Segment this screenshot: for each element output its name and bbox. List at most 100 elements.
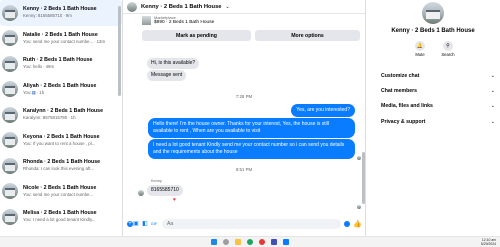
message-timestamp: 7:28 PM [235, 94, 253, 99]
sticker-icon[interactable]: ◧ [142, 221, 148, 227]
conversation-preview: You: send me your contact numbe... [23, 191, 94, 197]
outgoing-message: Hello there! I'm the house owner. Thanks… [148, 118, 355, 138]
contact-avatar [2, 106, 18, 123]
emoji-icon[interactable] [344, 221, 351, 227]
conversation-item[interactable]: Aliyah · 2 Beds 1 Bath House You: ▦ · 1h [0, 77, 122, 103]
row-label: Privacy & support [381, 119, 426, 125]
seen-avatar [357, 156, 361, 160]
conversation-preview: Karalynn: 8575815780 [23, 115, 68, 121]
contact-avatar [2, 183, 18, 200]
conversation-time: 9m [65, 13, 72, 19]
bell-icon: 🔔 [415, 41, 425, 51]
mute-label: Mute [415, 52, 425, 57]
chevron-down-icon[interactable]: ⌄ [226, 4, 230, 10]
conversation-preview: You: send me your contact numbe... [23, 38, 94, 44]
listing-thumbnail [142, 16, 151, 25]
media-files-links-row[interactable]: Media, files and links ⌄ [381, 103, 495, 109]
row-label: Chat members [381, 88, 418, 94]
conversation-item[interactable]: Melisa · 2 Beds 1 Bath House You: I need… [0, 204, 122, 230]
conversation-item[interactable]: Keyona · 2 Beds 1 Bath House You: If you… [0, 128, 122, 154]
search-button[interactable]: ⚲ Search [436, 41, 460, 57]
mark-as-pending-button[interactable]: Mark as pending [142, 30, 251, 41]
customize-chat-row[interactable]: Customize chat ⌄ [381, 73, 495, 79]
contact-avatar [2, 55, 18, 72]
privacy-support-row[interactable]: Privacy & support ⌄ [381, 119, 495, 125]
message-input[interactable]: Aa [162, 219, 342, 229]
listing-title: $890 · 2 Beds 1 Bath House [154, 20, 215, 25]
outgoing-message: I need a lot good tenant Kindly send me … [148, 139, 355, 159]
conversation-list: Kenny · 2 Beds 1 Bath House Kenny: 81655… [0, 0, 122, 236]
contact-avatar [127, 1, 137, 12]
contact-avatar [138, 190, 144, 196]
conversation-preview: You: I need a lot good tenant Kindly... [23, 217, 96, 223]
search-icon[interactable] [223, 239, 229, 245]
contact-avatar [2, 157, 18, 174]
sender-name: Kenny [151, 179, 162, 183]
chat-header[interactable]: Kenny · 2 Beds 1 Bath House ⌄ [123, 0, 365, 14]
conversation-info-panel: Kenny · 2 Beds 1 Bath House 🔔 Mute ⚲ Sea… [366, 0, 500, 236]
incoming-message: Message sent [147, 70, 187, 81]
conversation-name: Kenny · 2 Beds 1 Bath House [23, 6, 97, 13]
chat-panel: Kenny · 2 Beds 1 Bath House ⌄ Marketplac… [123, 0, 365, 236]
system-tray-clock[interactable]: 12:10 am 5/29/2024 [481, 238, 496, 246]
contact-avatar [2, 30, 18, 47]
contact-avatar [2, 4, 18, 21]
file-explorer-icon[interactable] [235, 239, 241, 245]
conversation-name: Natalie · 2 Beds 1 Bath House [23, 31, 98, 38]
clock-date: 5/29/2024 [480, 242, 496, 246]
chevron-down-icon: ⌄ [490, 119, 495, 125]
image-icon[interactable]: ▣ [133, 221, 139, 227]
info-title: Kenny · 2 Beds 1 Bath House [391, 28, 475, 34]
outgoing-message: Yes, are you interested? [291, 104, 355, 117]
search-icon: ⚲ [443, 41, 453, 51]
message-composer: + ▣ ◧ GIF Aa 👍 [123, 218, 365, 230]
chat-title: Kenny · 2 Beds 1 Bath House [141, 3, 222, 10]
contact-avatar [422, 2, 444, 24]
more-options-button[interactable]: More options [255, 30, 360, 41]
message-timestamp: 9:51 PM [235, 167, 253, 172]
row-label: Media, files and links [381, 103, 433, 109]
conversation-name: Nicole · 2 Beds 1 Bath House [23, 184, 97, 191]
conversation-name: Melisa · 2 Beds 1 Bath House [23, 210, 97, 217]
start-icon[interactable] [211, 239, 217, 245]
contact-avatar [2, 81, 18, 98]
thumbs-up-icon[interactable]: 👍 [353, 220, 362, 228]
search-label: Search [441, 52, 455, 57]
conversation-item[interactable]: Karalynn · 2 Beds 1 Bath House Karalynn:… [0, 102, 122, 128]
conversation-name: Karalynn · 2 Beds 1 Bath House [23, 108, 104, 115]
marketplace-listing[interactable]: Marketplace $890 · 2 Beds 1 Bath House [142, 15, 214, 26]
conversation-name: Keyona · 2 Beds 1 Bath House [23, 133, 100, 140]
mail-icon[interactable] [283, 239, 289, 245]
contact-avatar [2, 132, 18, 149]
conversation-preview: You: hello [23, 64, 43, 70]
incoming-message: Hi, is this available? [147, 58, 200, 69]
taskbar: 12:10 am 5/29/2024 [0, 236, 500, 247]
conversation-list-scrollbar[interactable] [118, 6, 121, 96]
seen-avatar [357, 205, 361, 209]
gif-icon[interactable]: GIF [151, 221, 158, 227]
conversation-name: Ruth · 2 Beds 1 Bath House [23, 57, 93, 64]
row-label: Customize chat [381, 73, 420, 79]
chat-members-row[interactable]: Chat members ⌄ [381, 88, 495, 94]
chevron-down-icon: ⌄ [490, 103, 495, 109]
conversation-time: 49m [45, 64, 55, 70]
incoming-message: 8165585710 [147, 185, 183, 196]
conversation-preview: Rhonda: I can look this evening aft... [23, 166, 95, 172]
chrome-icon[interactable] [259, 239, 265, 245]
heart-reaction-icon[interactable]: ♥ [173, 197, 176, 203]
contact-avatar [2, 208, 18, 225]
conversation-item[interactable]: Rhonda · 2 Beds 1 Bath House Rhonda: I c… [0, 153, 122, 179]
edge-icon[interactable] [247, 239, 253, 245]
conversation-item[interactable]: Nicole · 2 Beds 1 Bath House You: send m… [0, 179, 122, 205]
conversation-time: 1h [39, 89, 45, 95]
conversation-item[interactable]: Ruth · 2 Beds 1 Bath House You: hello · 49… [0, 51, 122, 77]
conversation-preview: You: If you want to rent a house , pl... [23, 140, 96, 146]
conversation-time: 13m [96, 38, 106, 44]
chevron-down-icon: ⌄ [490, 88, 495, 94]
conversation-item[interactable]: Natalie · 2 Beds 1 Bath House You: send … [0, 26, 122, 52]
conversation-item[interactable]: Kenny · 2 Beds 1 Bath House Kenny: 81655… [0, 0, 122, 26]
mute-button[interactable]: 🔔 Mute [408, 41, 432, 57]
conversation-preview: Kenny: 8165585710 [23, 13, 63, 19]
chevron-down-icon: ⌄ [490, 73, 495, 79]
store-icon[interactable] [271, 239, 277, 245]
